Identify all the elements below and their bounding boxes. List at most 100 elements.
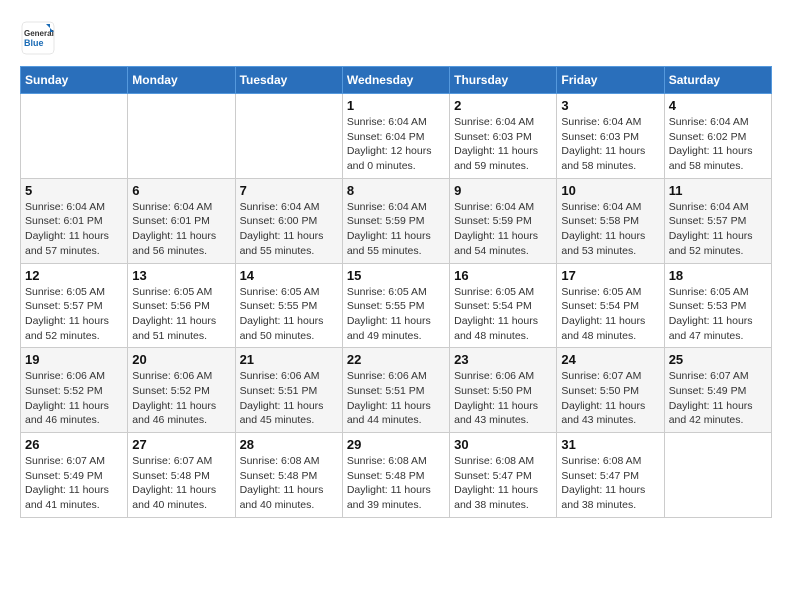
day-info: Sunrise: 6:04 AM Sunset: 5:58 PM Dayligh… — [561, 200, 659, 259]
calendar-cell: 9 Sunrise: 6:04 AM Sunset: 5:59 PM Daylig… — [450, 178, 557, 263]
calendar-cell: 21 Sunrise: 6:06 AM Sunset: 5:51 PM Dayli… — [235, 348, 342, 433]
day-info: Sunrise: 6:08 AM Sunset: 5:48 PM Dayligh… — [347, 454, 445, 513]
day-info: Sunrise: 6:04 AM Sunset: 5:59 PM Dayligh… — [347, 200, 445, 259]
day-number: 15 — [347, 268, 445, 283]
day-info: Sunrise: 6:06 AM Sunset: 5:52 PM Dayligh… — [132, 369, 230, 428]
day-number: 3 — [561, 98, 659, 113]
day-number: 23 — [454, 352, 552, 367]
day-info: Sunrise: 6:06 AM Sunset: 5:51 PM Dayligh… — [347, 369, 445, 428]
day-info: Sunrise: 6:05 AM Sunset: 5:53 PM Dayligh… — [669, 285, 767, 344]
day-info: Sunrise: 6:05 AM Sunset: 5:55 PM Dayligh… — [240, 285, 338, 344]
calendar-cell: 20 Sunrise: 6:06 AM Sunset: 5:52 PM Dayli… — [128, 348, 235, 433]
day-info: Sunrise: 6:05 AM Sunset: 5:57 PM Dayligh… — [25, 285, 123, 344]
svg-text:General: General — [24, 29, 54, 38]
calendar-cell: 2 Sunrise: 6:04 AM Sunset: 6:03 PM Daylig… — [450, 94, 557, 179]
day-number: 8 — [347, 183, 445, 198]
day-info: Sunrise: 6:07 AM Sunset: 5:49 PM Dayligh… — [669, 369, 767, 428]
weekday-header: Wednesday — [342, 67, 449, 94]
day-info: Sunrise: 6:06 AM Sunset: 5:52 PM Dayligh… — [25, 369, 123, 428]
day-number: 4 — [669, 98, 767, 113]
day-info: Sunrise: 6:04 AM Sunset: 5:57 PM Dayligh… — [669, 200, 767, 259]
day-number: 27 — [132, 437, 230, 452]
day-number: 22 — [347, 352, 445, 367]
weekday-header: Monday — [128, 67, 235, 94]
day-info: Sunrise: 6:05 AM Sunset: 5:56 PM Dayligh… — [132, 285, 230, 344]
calendar-cell: 19Sunrise: 6:06 AM Sunset: 5:52 PM Dayli… — [21, 348, 128, 433]
calendar-cell: 23 Sunrise: 6:06 AM Sunset: 5:50 PM Dayli… — [450, 348, 557, 433]
day-info: Sunrise: 6:04 AM Sunset: 5:59 PM Dayligh… — [454, 200, 552, 259]
weekday-header: Saturday — [664, 67, 771, 94]
calendar-cell — [235, 94, 342, 179]
calendar-cell: 16 Sunrise: 6:05 AM Sunset: 5:54 PM Dayli… — [450, 263, 557, 348]
day-number: 5 — [25, 183, 123, 198]
day-number: 31 — [561, 437, 659, 452]
day-info: Sunrise: 6:08 AM Sunset: 5:47 PM Dayligh… — [454, 454, 552, 513]
day-info: Sunrise: 6:05 AM Sunset: 5:54 PM Dayligh… — [561, 285, 659, 344]
day-info: Sunrise: 6:06 AM Sunset: 5:50 PM Dayligh… — [454, 369, 552, 428]
calendar: SundayMondayTuesdayWednesdayThursdayFrid… — [20, 66, 772, 518]
day-number: 25 — [669, 352, 767, 367]
calendar-cell: 15 Sunrise: 6:05 AM Sunset: 5:55 PM Dayli… — [342, 263, 449, 348]
logo: General Blue — [20, 20, 56, 56]
weekday-header: Thursday — [450, 67, 557, 94]
day-info: Sunrise: 6:08 AM Sunset: 5:47 PM Dayligh… — [561, 454, 659, 513]
calendar-cell: 13 Sunrise: 6:05 AM Sunset: 5:56 PM Dayli… — [128, 263, 235, 348]
day-info: Sunrise: 6:04 AM Sunset: 6:01 PM Dayligh… — [25, 200, 123, 259]
day-number: 21 — [240, 352, 338, 367]
calendar-cell — [21, 94, 128, 179]
calendar-cell: 26 Sunrise: 6:07 AM Sunset: 5:49 PM Dayli… — [21, 433, 128, 518]
calendar-cell: 29 Sunrise: 6:08 AM Sunset: 5:48 PM Dayli… — [342, 433, 449, 518]
calendar-cell — [128, 94, 235, 179]
day-number: 18 — [669, 268, 767, 283]
svg-text:Blue: Blue — [24, 38, 44, 48]
day-number: 6 — [132, 183, 230, 198]
calendar-cell: 6 Sunrise: 6:04 AM Sunset: 6:01 PM Daylig… — [128, 178, 235, 263]
calendar-cell: 24Sunrise: 6:07 AM Sunset: 5:50 PM Dayli… — [557, 348, 664, 433]
calendar-cell: 12Sunrise: 6:05 AM Sunset: 5:57 PM Dayli… — [21, 263, 128, 348]
day-number: 10 — [561, 183, 659, 198]
calendar-cell: 14 Sunrise: 6:05 AM Sunset: 5:55 PM Dayli… — [235, 263, 342, 348]
calendar-cell: 11 Sunrise: 6:04 AM Sunset: 5:57 PM Dayli… — [664, 178, 771, 263]
calendar-cell: 17 Sunrise: 6:05 AM Sunset: 5:54 PM Dayli… — [557, 263, 664, 348]
day-number: 11 — [669, 183, 767, 198]
day-info: Sunrise: 6:07 AM Sunset: 5:49 PM Dayligh… — [25, 454, 123, 513]
day-number: 20 — [132, 352, 230, 367]
weekday-header: Friday — [557, 67, 664, 94]
calendar-cell: 30 Sunrise: 6:08 AM Sunset: 5:47 PM Dayli… — [450, 433, 557, 518]
day-info: Sunrise: 6:04 AM Sunset: 6:03 PM Dayligh… — [561, 115, 659, 174]
calendar-cell: 18 Sunrise: 6:05 AM Sunset: 5:53 PM Dayli… — [664, 263, 771, 348]
calendar-cell: 22 Sunrise: 6:06 AM Sunset: 5:51 PM Dayli… — [342, 348, 449, 433]
day-number: 28 — [240, 437, 338, 452]
day-number: 7 — [240, 183, 338, 198]
day-info: Sunrise: 6:07 AM Sunset: 5:50 PM Dayligh… — [561, 369, 659, 428]
day-number: 17 — [561, 268, 659, 283]
calendar-cell: 25 Sunrise: 6:07 AM Sunset: 5:49 PM Dayli… — [664, 348, 771, 433]
day-number: 2 — [454, 98, 552, 113]
weekday-header: Tuesday — [235, 67, 342, 94]
day-info: Sunrise: 6:04 AM Sunset: 6:04 PM Dayligh… — [347, 115, 445, 174]
day-number: 29 — [347, 437, 445, 452]
calendar-cell: 5 Sunrise: 6:04 AM Sunset: 6:01 PM Daylig… — [21, 178, 128, 263]
day-number: 26 — [25, 437, 123, 452]
logo-svg: General Blue — [20, 20, 56, 56]
calendar-cell: 3 Sunrise: 6:04 AM Sunset: 6:03 PM Daylig… — [557, 94, 664, 179]
day-info: Sunrise: 6:04 AM Sunset: 6:03 PM Dayligh… — [454, 115, 552, 174]
day-info: Sunrise: 6:07 AM Sunset: 5:48 PM Dayligh… — [132, 454, 230, 513]
calendar-cell: 7 Sunrise: 6:04 AM Sunset: 6:00 PM Daylig… — [235, 178, 342, 263]
day-info: Sunrise: 6:05 AM Sunset: 5:55 PM Dayligh… — [347, 285, 445, 344]
day-info: Sunrise: 6:08 AM Sunset: 5:48 PM Dayligh… — [240, 454, 338, 513]
weekday-header: Sunday — [21, 67, 128, 94]
day-info: Sunrise: 6:04 AM Sunset: 6:00 PM Dayligh… — [240, 200, 338, 259]
day-info: Sunrise: 6:06 AM Sunset: 5:51 PM Dayligh… — [240, 369, 338, 428]
day-info: Sunrise: 6:04 AM Sunset: 6:01 PM Dayligh… — [132, 200, 230, 259]
calendar-cell: 27 Sunrise: 6:07 AM Sunset: 5:48 PM Dayli… — [128, 433, 235, 518]
day-number: 1 — [347, 98, 445, 113]
day-number: 30 — [454, 437, 552, 452]
day-number: 9 — [454, 183, 552, 198]
calendar-cell: 28 Sunrise: 6:08 AM Sunset: 5:48 PM Dayli… — [235, 433, 342, 518]
day-info: Sunrise: 6:05 AM Sunset: 5:54 PM Dayligh… — [454, 285, 552, 344]
day-number: 14 — [240, 268, 338, 283]
calendar-cell: 8 Sunrise: 6:04 AM Sunset: 5:59 PM Daylig… — [342, 178, 449, 263]
day-number: 16 — [454, 268, 552, 283]
day-number: 13 — [132, 268, 230, 283]
